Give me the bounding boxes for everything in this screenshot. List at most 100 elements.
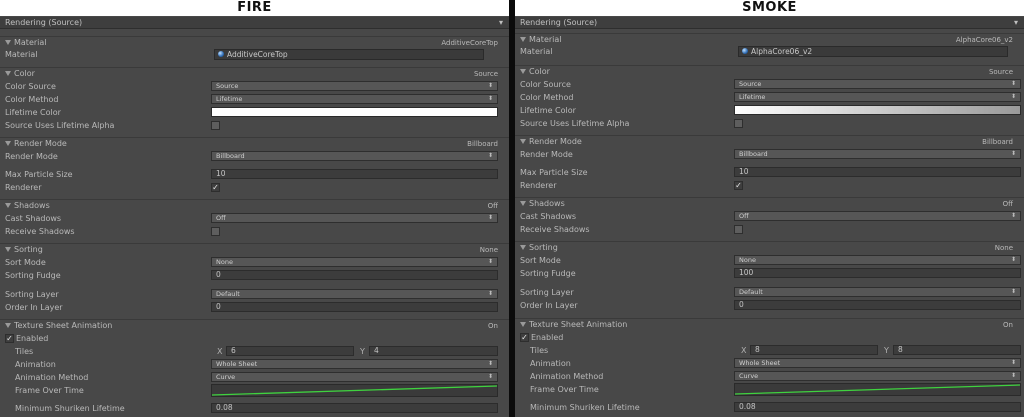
updown-arrow-icon: ⬍ (487, 152, 493, 159)
dropdown-value: Curve (739, 372, 759, 380)
frame-over-time-curve[interactable] (211, 384, 498, 397)
sort-mode-row: Sort Mode None ⬍ (515, 254, 1024, 267)
render-mode-dropdown[interactable]: Billboard ⬍ (734, 149, 1021, 159)
section-render-mode[interactable]: Render Mode Billboard (515, 135, 1024, 148)
animation-method-dropdown[interactable]: Curve ⬍ (211, 372, 498, 382)
section-texture-sheet-animation[interactable]: Texture Sheet Animation On (0, 319, 509, 332)
updown-arrow-icon: ⬍ (487, 95, 493, 102)
color-method-dropdown[interactable]: Lifetime ⬍ (734, 92, 1021, 102)
section-value: On (488, 322, 498, 330)
renderer-checkbox[interactable]: ✓ (211, 183, 220, 192)
animation-label: Animation (15, 360, 56, 369)
animation-method-dropdown[interactable]: Curve ⬍ (734, 371, 1021, 381)
updown-arrow-icon: ⬍ (1010, 359, 1016, 366)
triangle-down-icon (5, 203, 11, 208)
section-label: Sorting (529, 243, 558, 252)
sorting-fudge-input[interactable]: 0 (211, 270, 498, 280)
section-shadows[interactable]: Shadows Off (0, 199, 509, 212)
tiles-x-input[interactable]: 6 (226, 346, 354, 356)
dropdown-value: Lifetime (739, 93, 766, 101)
section-sorting[interactable]: Sorting None (0, 243, 509, 256)
cast-shadows-dropdown[interactable]: Off ⬍ (734, 211, 1021, 221)
section-sorting[interactable]: Sorting None (515, 241, 1024, 254)
renderer-label: Renderer (520, 181, 557, 190)
tsa-enabled-row: ✓ Enabled (0, 332, 509, 345)
max-particle-input[interactable]: 10 (211, 169, 498, 179)
tiles-x-input[interactable]: 8 (750, 345, 878, 355)
max-particle-row: Max Particle Size 10 (0, 168, 509, 181)
min-lifetime-label: Minimum Shuriken Lifetime (15, 404, 125, 413)
order-in-layer-input[interactable]: 0 (734, 300, 1021, 310)
sort-mode-dropdown[interactable]: None ⬍ (734, 255, 1021, 265)
updown-arrow-icon: ⬍ (487, 82, 493, 89)
render-mode-row: Render Mode Billboard ⬍ (0, 150, 509, 163)
material-field[interactable]: AlphaCore06_v2 ⊙ (738, 46, 1008, 57)
tsa-enabled-checkbox[interactable]: ✓ (5, 334, 14, 343)
updown-arrow-icon: ⬍ (1010, 80, 1016, 87)
min-lifetime-input[interactable]: 0.08 (211, 403, 498, 413)
section-render-mode[interactable]: Render Mode Billboard (0, 137, 509, 150)
section-color[interactable]: Color Source (515, 65, 1024, 78)
receive-shadows-label: Receive Shadows (5, 227, 75, 236)
sort-mode-dropdown[interactable]: None ⬍ (211, 257, 498, 267)
sort-mode-row: Sort Mode None ⬍ (0, 256, 509, 269)
tiles-y-input[interactable]: 4 (369, 346, 498, 356)
section-texture-sheet-animation[interactable]: Texture Sheet Animation On (515, 318, 1024, 331)
lifetime-color-row: Lifetime Color (0, 106, 509, 119)
section-color[interactable]: Color Source (0, 67, 509, 80)
order-in-layer-input[interactable]: 0 (211, 302, 498, 312)
lifetime-color-label: Lifetime Color (520, 106, 576, 115)
tsa-enabled-checkbox[interactable]: ✓ (520, 333, 529, 342)
tiles-y-input[interactable]: 8 (893, 345, 1021, 355)
renderer-checkbox[interactable]: ✓ (734, 181, 743, 190)
section-label: Render Mode (529, 137, 582, 146)
dropdown-value: Default (739, 288, 763, 296)
lifetime-color-gradient[interactable] (734, 105, 1021, 115)
animation-method-label: Animation Method (530, 372, 604, 381)
receive-shadows-checkbox[interactable] (211, 227, 220, 236)
module-menu-icon[interactable]: ▾ (499, 17, 503, 29)
module-menu-icon[interactable]: ▾ (1014, 17, 1018, 29)
updown-arrow-icon: ⬍ (1010, 256, 1016, 263)
dropdown-value: Billboard (739, 150, 768, 158)
color-source-label: Color Source (520, 80, 571, 89)
animation-method-row: Animation Method Curve ⬍ (515, 370, 1024, 383)
sorting-layer-dropdown[interactable]: Default ⬍ (734, 287, 1021, 297)
section-value: Source (473, 70, 498, 78)
min-lifetime-row: Minimum Shuriken Lifetime 0.08 (515, 401, 1024, 414)
sphere-icon (218, 51, 224, 57)
render-mode-dropdown[interactable]: Billboard ⬍ (211, 151, 498, 161)
color-source-dropdown[interactable]: Source ⬍ (211, 81, 498, 91)
triangle-down-icon (5, 141, 11, 146)
updown-arrow-icon: ⬍ (487, 258, 493, 265)
curve-graph (735, 384, 1020, 395)
section-label: Sorting (14, 245, 43, 254)
sorting-fudge-label: Sorting Fudge (520, 269, 576, 278)
triangle-down-icon (520, 69, 526, 74)
lifetime-color-gradient[interactable] (211, 107, 498, 117)
material-field[interactable]: AdditiveCoreTop ⊙ (214, 49, 484, 60)
animation-dropdown[interactable]: Whole Sheet ⬍ (211, 359, 498, 369)
module-header: Rendering (Source) ▾ (515, 17, 1024, 29)
min-lifetime-input[interactable]: 0.08 (734, 402, 1021, 412)
sorting-layer-dropdown[interactable]: Default ⬍ (211, 289, 498, 299)
section-shadows[interactable]: Shadows Off (515, 197, 1024, 210)
cast-shadows-dropdown[interactable]: Off ⬍ (211, 213, 498, 223)
section-value: Off (1002, 200, 1013, 208)
min-lifetime-label: Minimum Shuriken Lifetime (530, 403, 640, 412)
section-label: Texture Sheet Animation (529, 320, 628, 329)
animation-dropdown[interactable]: Whole Sheet ⬍ (734, 358, 1021, 368)
color-method-dropdown[interactable]: Lifetime ⬍ (211, 94, 498, 104)
source-alpha-checkbox[interactable] (734, 119, 743, 128)
max-particle-input[interactable]: 10 (734, 167, 1021, 177)
sorting-fudge-input[interactable]: 100 (734, 268, 1021, 278)
render-mode-label: Render Mode (520, 150, 573, 159)
frame-over-time-curve[interactable] (734, 383, 1021, 396)
color-source-row: Color Source Source ⬍ (515, 78, 1024, 91)
source-alpha-checkbox[interactable] (211, 121, 220, 130)
color-method-row: Color Method Lifetime ⬍ (515, 91, 1024, 104)
triangle-down-icon (520, 37, 526, 42)
order-in-layer-label: Order In Layer (520, 301, 578, 310)
receive-shadows-checkbox[interactable] (734, 225, 743, 234)
color-source-dropdown[interactable]: Source ⬍ (734, 79, 1021, 89)
